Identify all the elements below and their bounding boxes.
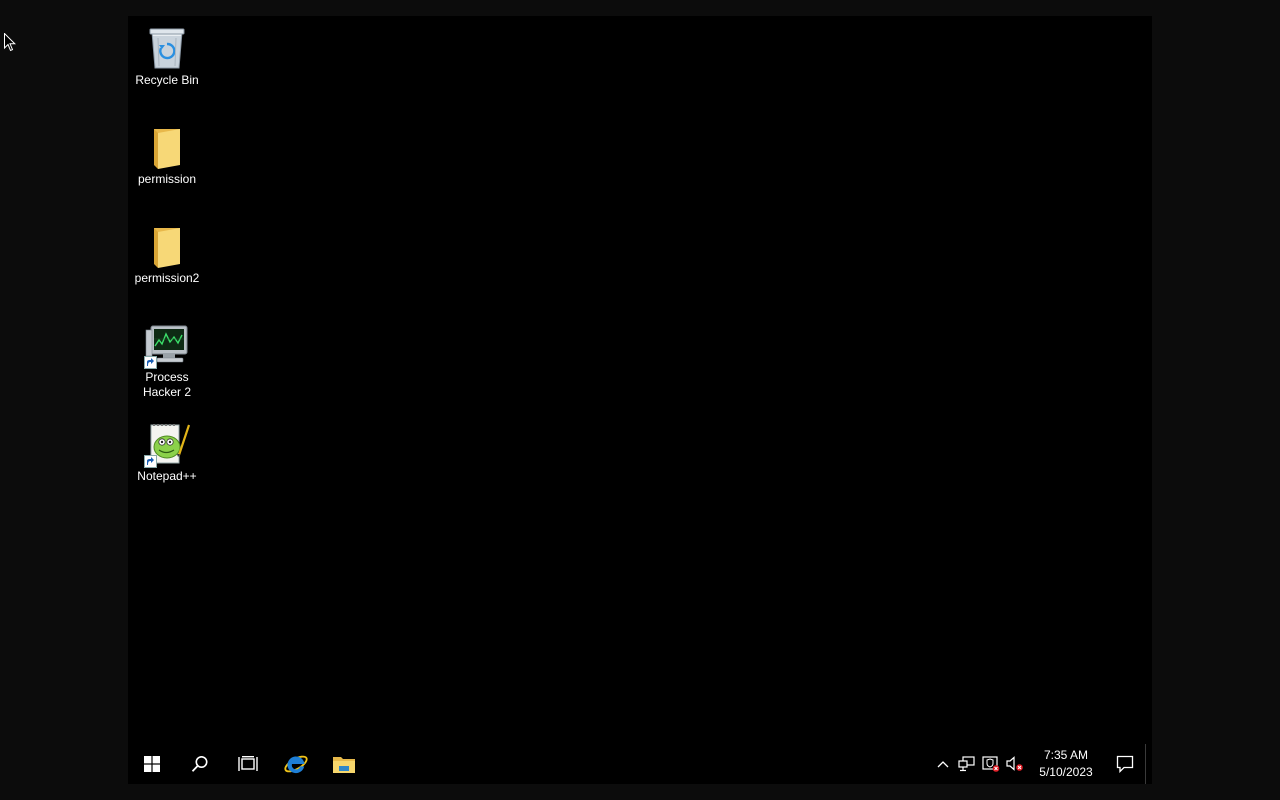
task-view-icon (238, 756, 258, 772)
volume-muted-icon (1006, 756, 1024, 772)
recycle-bin-icon (143, 24, 191, 72)
desktop-icon-process-hacker-2[interactable]: Process Hacker 2 (128, 321, 206, 400)
taskbar: 7:35 AM 5/10/2023 (128, 744, 1152, 784)
desktop-icon-label: Recycle Bin (135, 73, 199, 87)
taskbar-clock[interactable]: 7:35 AM 5/10/2023 (1027, 744, 1105, 784)
start-button[interactable] (128, 744, 176, 784)
desktop-icon-label: Notepad++ (137, 469, 197, 483)
show-desktop-button[interactable] (1145, 744, 1152, 784)
shortcut-arrow-icon (144, 356, 157, 369)
desktop-icon-notepad-plus-plus[interactable]: Notepad++ (128, 420, 206, 484)
internet-explorer-icon (283, 751, 309, 777)
desktop-icon-permission2[interactable]: permission2 (128, 222, 206, 286)
desktop-icon-label: permission (137, 172, 197, 186)
search-icon (191, 755, 209, 773)
network-tray-button[interactable] (955, 744, 979, 784)
folder-icon (143, 222, 191, 270)
file-explorer-button[interactable] (320, 744, 368, 784)
desktop-icon-label: Process Hacker 2 (142, 370, 192, 399)
desktop-screen: Recycle Bin permission permission2 Proce… (128, 16, 1152, 784)
outer-frame: Recycle Bin permission permission2 Proce… (0, 0, 1280, 800)
notepad-plus-plus-icon (143, 420, 191, 468)
security-alert-icon (982, 756, 1000, 772)
clock-time: 7:35 AM (1043, 748, 1089, 762)
search-button[interactable] (176, 744, 224, 784)
desktop-icon-recycle-bin[interactable]: Recycle Bin (128, 24, 206, 88)
volume-tray-button[interactable] (1003, 744, 1027, 784)
chevron-up-icon (937, 760, 949, 768)
clock-date: 5/10/2023 (1039, 765, 1093, 779)
mouse-cursor-icon (4, 32, 17, 57)
folder-icon (143, 123, 191, 171)
show-hidden-icons-button[interactable] (931, 744, 955, 784)
desktop-icon-permission[interactable]: permission (128, 123, 206, 187)
desktop-area: Recycle Bin permission permission2 Proce… (128, 16, 1152, 744)
network-icon (958, 756, 976, 772)
internet-explorer-button[interactable] (272, 744, 320, 784)
desktop-icon-label: permission2 (134, 271, 200, 285)
task-view-button[interactable] (224, 744, 272, 784)
process-hacker-icon (143, 321, 191, 369)
action-center-button[interactable] (1105, 744, 1145, 784)
shortcut-arrow-icon (144, 455, 157, 468)
system-tray: 7:35 AM 5/10/2023 (931, 744, 1152, 784)
security-tray-button[interactable] (979, 744, 1003, 784)
file-explorer-icon (332, 754, 356, 774)
windows-logo-icon (144, 756, 160, 772)
action-center-icon (1116, 755, 1134, 773)
